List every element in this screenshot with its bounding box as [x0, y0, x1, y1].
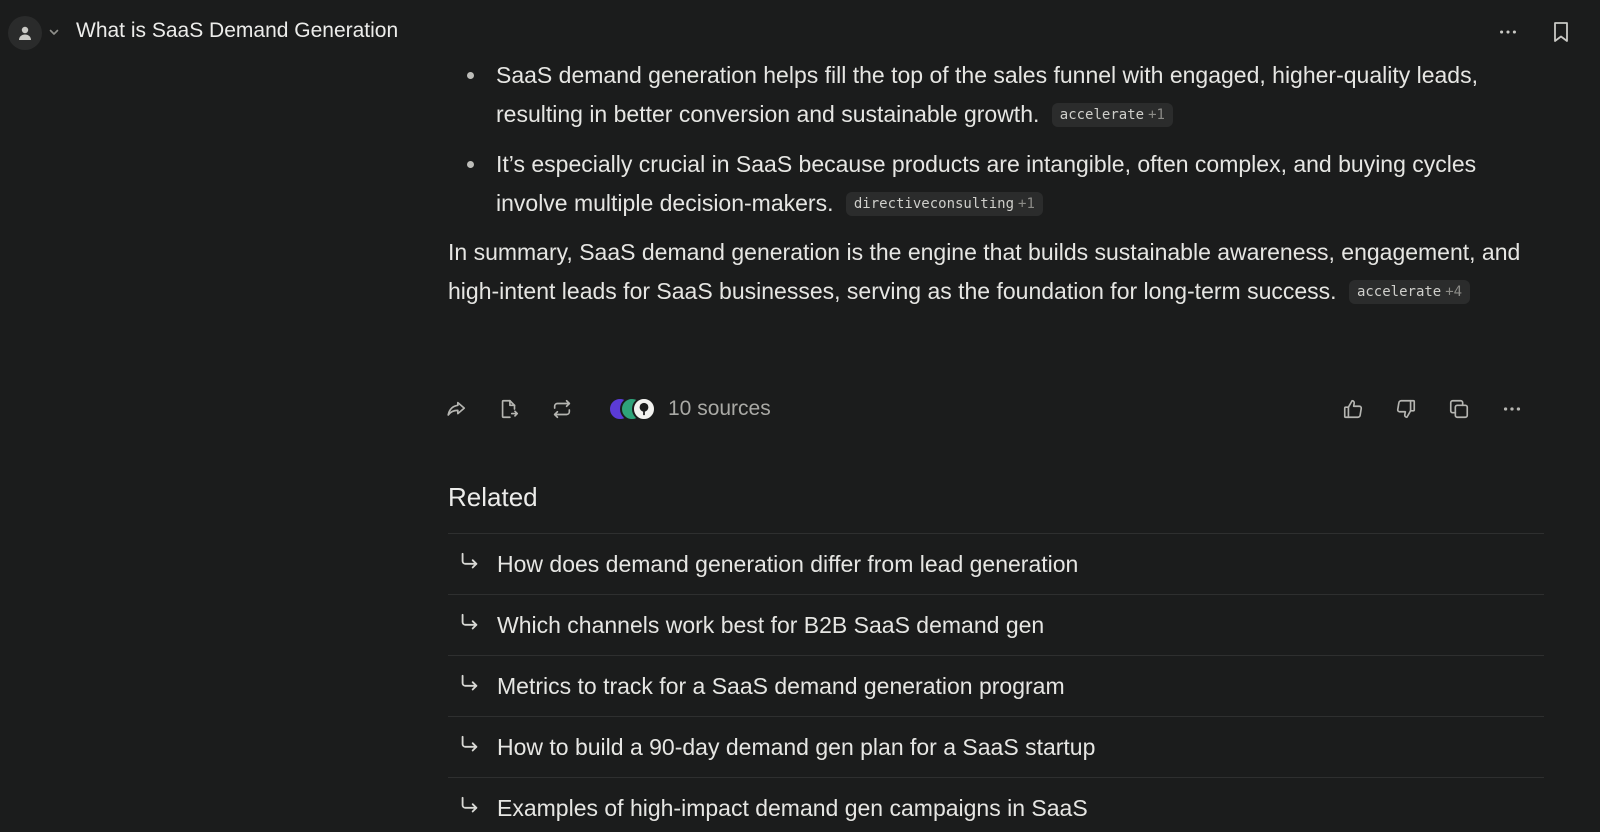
- citation-count: +1: [1148, 107, 1165, 123]
- related-heading: Related: [448, 482, 538, 512]
- answer-bullets: SaaS demand generation helps fill the to…: [448, 56, 1544, 223]
- arrow-return-icon: [461, 796, 478, 813]
- citation-chip[interactable]: directiveconsulting +1: [845, 192, 1043, 216]
- bookmark-icon: [1554, 22, 1568, 42]
- thumbs-down-icon: [1396, 399, 1416, 419]
- bullet-dot: [467, 161, 474, 168]
- sources-button[interactable]: 10 sources: [608, 393, 771, 425]
- arrow-return-icon: [461, 674, 478, 691]
- related-item-text: Examples of high-impact demand gen campa…: [497, 795, 1088, 821]
- citation-count: +1: [1018, 196, 1035, 212]
- answer-summary: In summary, SaaS demand generation is th…: [448, 233, 1544, 311]
- related-item[interactable]: Metrics to track for a SaaS demand gener…: [448, 655, 1544, 716]
- source-favicons: [608, 396, 662, 422]
- rewrite-icon: [553, 399, 571, 419]
- citation-chip[interactable]: accelerate +1: [1051, 103, 1173, 127]
- related-item[interactable]: Examples of high-impact demand gen campa…: [448, 777, 1544, 832]
- related-item[interactable]: How does demand generation differ from l…: [448, 533, 1544, 594]
- share-icon: [447, 401, 466, 416]
- share-button[interactable]: [440, 393, 472, 425]
- related-item-text: How to build a 90-day demand gen plan fo…: [497, 734, 1096, 760]
- source-favicon: [632, 397, 656, 421]
- arrow-return-icon: [461, 735, 478, 752]
- more-horizontal-icon: [1503, 407, 1521, 411]
- citation-count: +4: [1445, 284, 1463, 300]
- thread-title: What is SaaS Demand Generation: [76, 19, 399, 42]
- citation-label: directiveconsulting: [853, 196, 1015, 212]
- bullet-text: SaaS demand generation helps fill the to…: [496, 62, 1478, 127]
- thread-menu-button[interactable]: [1494, 20, 1522, 44]
- related-item-text: Which channels work best for B2B SaaS de…: [497, 612, 1045, 638]
- export-button[interactable]: [493, 393, 525, 425]
- related-item[interactable]: Which channels work best for B2B SaaS de…: [448, 594, 1544, 655]
- export-file-icon: [501, 399, 519, 419]
- related-item-text: How does demand generation differ from l…: [497, 551, 1079, 577]
- citation-chip[interactable]: accelerate +4: [1348, 280, 1471, 304]
- related-list: How does demand generation differ from l…: [448, 533, 1544, 832]
- citation-label: accelerate: [1356, 284, 1442, 300]
- related-item-text: Metrics to track for a SaaS demand gener…: [497, 673, 1065, 699]
- chevron-down-icon[interactable]: [48, 26, 60, 38]
- related-item[interactable]: How to build a 90-day demand gen plan fo…: [448, 716, 1544, 777]
- copy-button[interactable]: [1443, 393, 1475, 425]
- more-horizontal-icon: [1500, 30, 1516, 34]
- more-actions-button[interactable]: [1496, 393, 1528, 425]
- thumbs-up-button[interactable]: [1337, 393, 1369, 425]
- arrow-return-icon: [461, 613, 478, 630]
- copy-icon: [1449, 399, 1469, 419]
- answer-bullet: SaaS demand generation helps fill the to…: [448, 56, 1544, 134]
- thumbs-up-icon: [1343, 399, 1363, 419]
- bullet-dot: [467, 72, 474, 79]
- tree-icon: [639, 402, 649, 416]
- bookmark-button[interactable]: [1548, 18, 1574, 46]
- sources-label: 10 sources: [668, 397, 771, 420]
- top-bar: What is SaaS Demand Generation: [0, 0, 1600, 64]
- user-icon: [19, 26, 31, 40]
- thumbs-down-button[interactable]: [1390, 393, 1422, 425]
- rewrite-button[interactable]: [546, 393, 578, 425]
- citation-label: accelerate: [1059, 107, 1145, 123]
- thread-page: SaaS demand generation helps fill the to…: [0, 0, 1600, 832]
- answer-bullet: It’s especially crucial in SaaS because …: [448, 145, 1544, 223]
- account-avatar[interactable]: [8, 16, 42, 50]
- arrow-return-icon: [461, 552, 478, 569]
- answer-actions: 10 sources: [447, 391, 1544, 427]
